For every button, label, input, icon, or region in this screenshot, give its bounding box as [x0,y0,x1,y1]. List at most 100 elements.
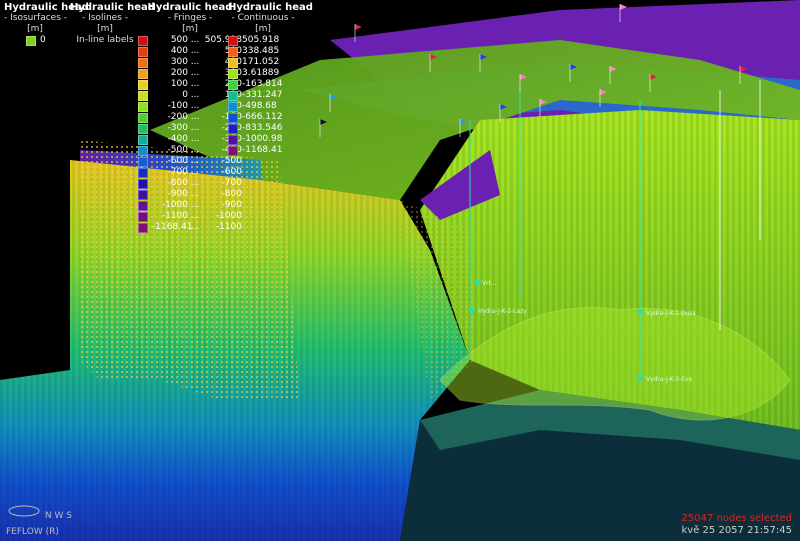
legend-title: Hydraulic head [70,2,155,13]
timestamp: kvě 25 2057 21:57:45 [681,525,792,536]
range-sep: ... [190,79,200,89]
range-sep: ... [190,145,200,155]
well-label-1: Vrt... [482,280,497,287]
model-scene[interactable]: Vrt... Vydra-J-K-2-Lazy Vydra-J-K-1-Dusk… [0,0,800,541]
legend-value: -163.814 [242,79,283,89]
color-swatch [228,57,238,68]
continuous-row: 171.052 [228,57,298,68]
range-high: -700 [221,178,242,188]
range-high: -800 [221,189,242,199]
color-swatch [228,46,238,57]
range-low: -1100 [161,211,188,221]
range-sep: ... [190,211,200,221]
legend-title: Hydraulic head [228,2,313,13]
continuous-row: -331.247 [228,90,298,101]
range-low: -1000 [161,200,188,210]
legend-value: 3.61889 [242,68,280,78]
color-swatch [26,35,36,46]
color-swatch [228,101,238,112]
color-swatch [228,123,238,134]
status-area: 25047 nodes selected kvě 25 2057 21:57:4… [681,513,792,537]
color-swatch [138,68,148,79]
legend-continuous: Hydraulic head - Continuous - [m] 505.91… [228,2,313,156]
fringe-row: -900... -800 [138,189,242,200]
range-sep: ... [190,68,200,78]
range-sep: ... [190,156,200,166]
color-swatch [228,79,238,90]
brand-label: FEFLOW (R) [6,527,59,537]
color-swatch [138,79,148,90]
continuous-row: -666.112 [228,112,298,123]
range-low: -600 [167,156,188,166]
compass-label: N W S [44,511,72,521]
fringe-row: 400...500 [138,46,242,57]
fringe-row: 200...300 [138,68,242,79]
legend-fringes: Hydraulic head - Fringes - [m] 500... 505… [138,2,242,233]
range-low: -1168.41 [152,222,193,232]
color-swatch [138,211,148,222]
fringe-row: 0...100 [138,90,242,101]
color-swatch [138,35,148,46]
range-sep: ... [190,112,200,122]
range-sep: ... [190,46,200,56]
well-label-4: Vydra-J-K-3-Eve [646,376,692,383]
color-swatch [228,112,238,123]
selection-count: 25047 nodes selected [681,513,792,524]
fringe-row: -400...-300 [138,134,242,145]
fringe-row: -800... -700 [138,178,242,189]
color-swatch [138,134,148,145]
legend-value: 0 [40,35,46,45]
color-swatch [138,112,148,123]
color-swatch [138,90,148,101]
legend-unit: [m] [182,24,198,34]
fringe-row: -700... -600 [138,167,242,178]
legend-value: 505.918 [242,35,280,45]
legend-isolines: Hydraulic head - Isolines - [m] In-line … [70,2,155,46]
color-swatch [138,101,148,112]
range-low: -500 [167,145,188,155]
legend-value: 171.052 [242,57,280,67]
fringe-row: 300...400 [138,57,242,68]
color-swatch [138,178,148,189]
range-low: -700 [167,167,188,177]
legend-title: Hydraulic head [147,2,233,13]
range-low: 200 [170,68,188,78]
range-sep: ... [190,101,200,111]
continuous-row: -163.814 [228,79,298,90]
range-sep: ... [190,123,200,133]
fringe-row: -300...-200 [138,123,242,134]
color-swatch [138,167,148,178]
well-label-3: Vydra-J-K-1-Dusk [646,310,697,317]
range-sep: ... [190,167,200,177]
fringe-row: -100... 0 [138,101,242,112]
color-swatch [228,90,238,101]
legend-value: -833.546 [242,123,283,133]
continuous-row: 338.485 [228,46,298,57]
range-low: -400 [167,134,188,144]
fringe-row: -1000... -900 [138,200,242,211]
legend-note: In-line labels [76,35,134,45]
color-swatch [228,134,238,145]
well-label-2: Vydra-J-K-2-Lazy [478,308,527,315]
legend-value: -331.247 [242,90,283,100]
color-swatch [228,145,238,156]
legend-subtitle: - Continuous - [231,13,295,23]
continuous-row: -833.546 [228,123,298,134]
legend-subtitle: - Isolines - [82,13,128,23]
legend-value: -1000.98 [242,134,283,144]
range-low: 300 [170,57,188,67]
legend-unit: [m] [255,24,271,34]
range-sep: ... [190,189,200,199]
range-high: -500 [221,156,242,166]
color-swatch [138,189,148,200]
color-swatch [138,222,148,233]
fringe-row: 100...200 [138,79,242,90]
compass-icon[interactable]: N W S [6,504,72,521]
legend-unit: [m] [97,24,113,34]
legend-title: Hydraulic head [4,2,89,13]
legend-isosurfaces: Hydraulic head - Isosurfaces - [m] 0 [4,2,89,46]
fringe-row: -600... -500 [138,156,242,167]
continuous-row: -1168.41 [228,145,298,156]
color-swatch [138,57,148,68]
3d-viewport[interactable]: Vrt... Vydra-J-K-2-Lazy Vydra-J-K-1-Dusk… [0,0,800,541]
